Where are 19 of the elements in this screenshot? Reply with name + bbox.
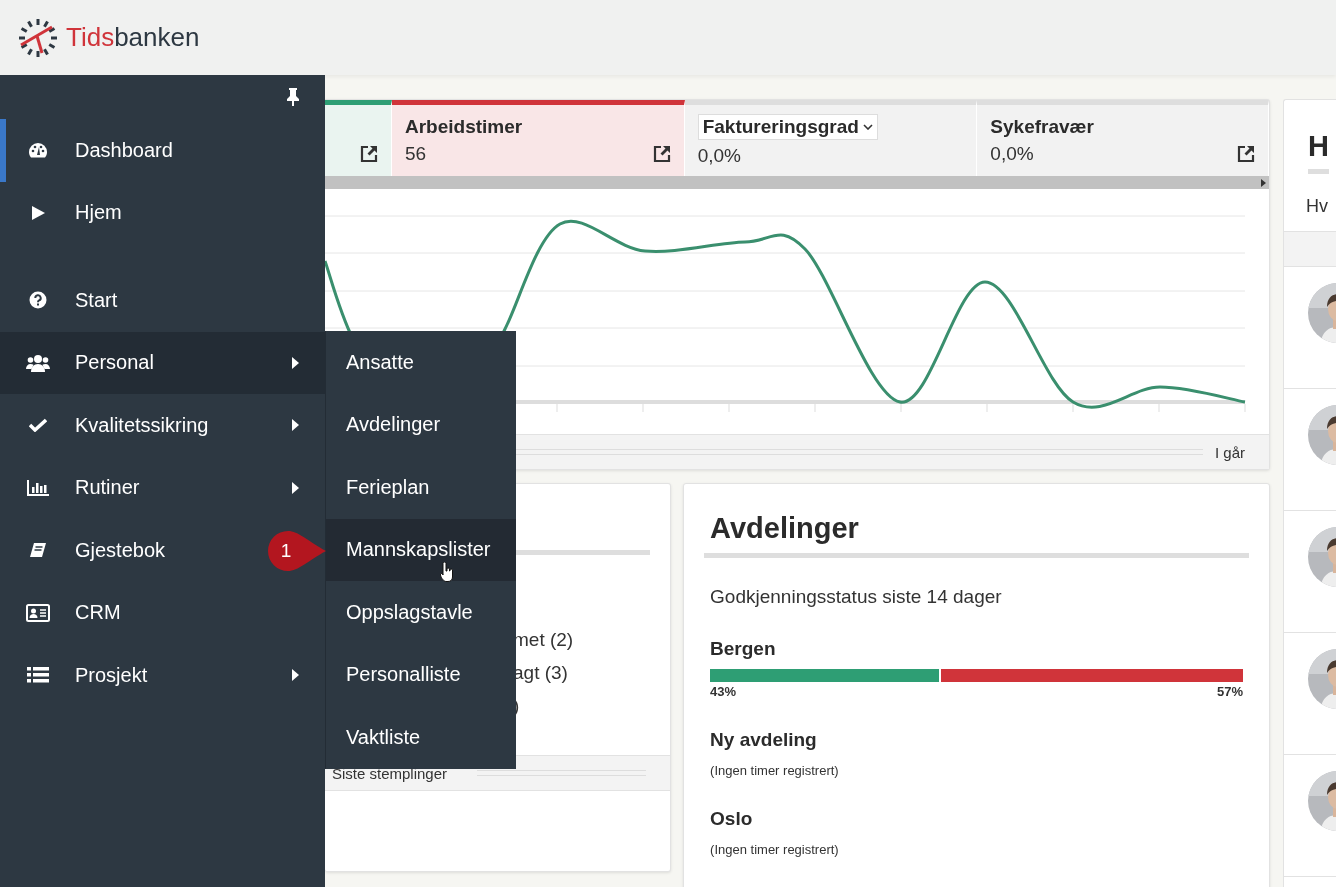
- department-name: Oslo: [710, 808, 754, 830]
- percent-label: 43%: [710, 684, 737, 699]
- logo-text: Tidsbanken: [66, 22, 200, 53]
- percent-label: 57%: [1216, 684, 1243, 699]
- section-label: Siste stemplinger: [332, 764, 448, 782]
- department-name: Bergen: [710, 638, 777, 660]
- panel-text: Hv: [1306, 196, 1328, 217]
- metric-value: 0,0%: [990, 143, 1034, 165]
- card-title: Avdelinger: [704, 512, 1249, 558]
- department-name: Ny avdeling: [710, 729, 818, 751]
- metric-title: Arbeidstimer: [404, 116, 523, 138]
- department-note: (Ingen timer registrert): [710, 763, 840, 778]
- metric-value: 56: [404, 143, 427, 165]
- chart-footer-label: I går: [1215, 443, 1245, 461]
- card-subtitle: Godkjenningsstatus siste 14 dager: [709, 585, 1003, 608]
- panel-title: H: [1308, 130, 1329, 174]
- metric-value: 0,0%: [697, 145, 741, 167]
- department-note: (Ingen timer registrert): [710, 842, 840, 857]
- metric-title: Sykefravær: [990, 116, 1094, 138]
